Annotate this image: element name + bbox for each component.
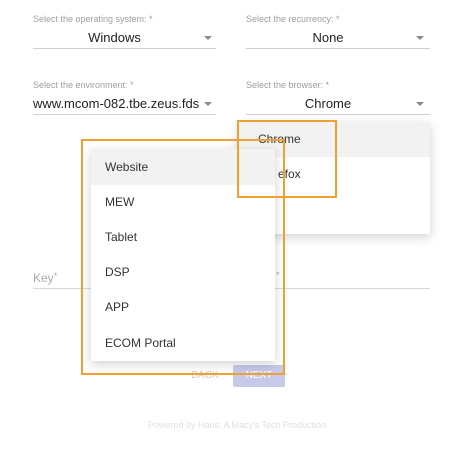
recurrency-underline xyxy=(246,48,430,49)
recurrency-value: None xyxy=(312,30,344,45)
chevron-down-icon xyxy=(416,36,424,40)
environment-select[interactable]: www.mcom-082.tbe.zeus.fds xyxy=(33,92,216,114)
environment-underline xyxy=(33,114,216,115)
browser-menu-highlight xyxy=(237,120,337,198)
os-label: Select the operating system: * xyxy=(33,14,153,24)
environment-value: www.mcom-082.tbe.zeus.fds xyxy=(33,96,200,111)
footer-text: Powered by Hans. A Macy's Tech Productio… xyxy=(147,420,327,430)
os-select[interactable]: Windows xyxy=(33,26,216,48)
chevron-down-icon xyxy=(204,102,212,106)
chevron-down-icon xyxy=(204,36,212,40)
browser-underline xyxy=(246,114,430,115)
browser-value: Chrome xyxy=(304,96,352,111)
os-value: Windows xyxy=(88,30,141,45)
recurrency-label: Select the recurrency: * xyxy=(246,14,340,24)
environment-label: Select the environment: * xyxy=(33,80,134,90)
browser-select[interactable]: Chrome xyxy=(246,92,430,114)
recurrency-select[interactable]: None xyxy=(246,26,430,48)
os-underline xyxy=(33,48,216,49)
browser-label: Select the browser: * xyxy=(246,80,330,90)
chevron-down-icon xyxy=(416,102,424,106)
